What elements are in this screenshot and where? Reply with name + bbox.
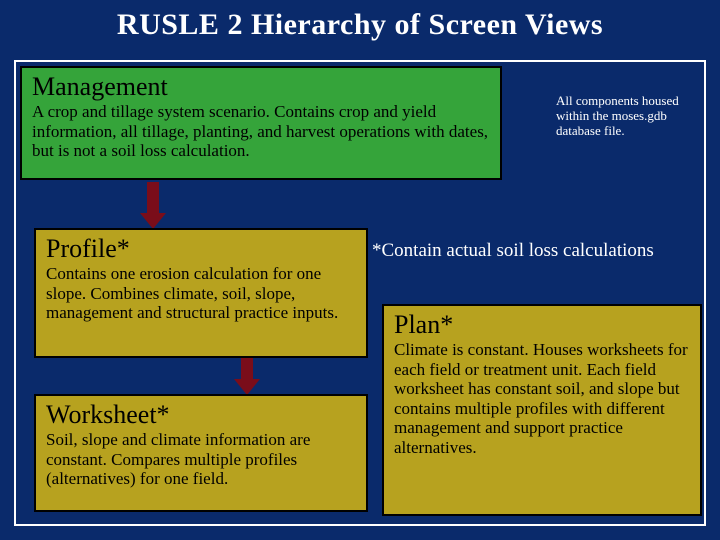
arrow-shaft [147, 182, 159, 214]
database-note: All components housed within the moses.g… [556, 94, 706, 139]
management-body: A crop and tillage system scenario. Cont… [32, 102, 490, 161]
arrow-profile-to-worksheet [234, 358, 260, 395]
footnote-caption: *Contain actual soil loss calculations [372, 240, 702, 262]
hierarchy-frame: Management A crop and tillage system sce… [14, 60, 706, 526]
management-heading: Management [32, 72, 490, 102]
arrow-shaft [241, 358, 253, 380]
profile-heading: Profile* [46, 234, 356, 264]
worksheet-heading: Worksheet* [46, 400, 356, 430]
slide-title: RUSLE 2 Hierarchy of Screen Views [0, 0, 720, 42]
plan-heading: Plan* [394, 310, 690, 340]
arrow-head-icon [234, 379, 260, 395]
management-box: Management A crop and tillage system sce… [20, 66, 502, 180]
plan-body: Climate is constant. Houses worksheets f… [394, 340, 690, 457]
worksheet-box: Worksheet* Soil, slope and climate infor… [34, 394, 368, 512]
arrow-head-icon [140, 213, 166, 229]
worksheet-body: Soil, slope and climate information are … [46, 430, 356, 489]
profile-box: Profile* Contains one erosion calculatio… [34, 228, 368, 358]
arrow-management-to-profile [140, 182, 166, 229]
plan-box: Plan* Climate is constant. Houses worksh… [382, 304, 702, 516]
profile-body: Contains one erosion calculation for one… [46, 264, 356, 323]
